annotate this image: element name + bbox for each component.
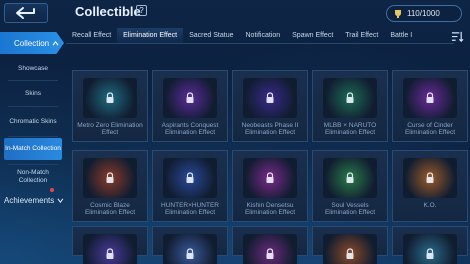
collectible-card[interactable]: HUNTER×HUNTER Elimination Effect	[152, 150, 228, 222]
collectible-label: HUNTER×HUNTER Elimination Effect	[161, 202, 219, 216]
effect-thumbnail	[403, 158, 457, 198]
lock-icon	[106, 172, 114, 183]
lock-icon	[106, 92, 114, 103]
collectible-label: K.O.	[423, 202, 437, 209]
back-button[interactable]	[4, 3, 48, 23]
counter-value: 110/1000	[407, 9, 440, 18]
lock-icon	[426, 172, 434, 183]
lock-icon	[186, 248, 194, 259]
lock-icon	[186, 172, 194, 183]
sidebar-achievements[interactable]: Achievements	[0, 193, 64, 207]
notification-dot	[50, 188, 54, 192]
effect-thumbnail	[83, 234, 137, 264]
sidebar-item-non-match-collection[interactable]: Non-Match Collection	[4, 166, 62, 188]
filter-button[interactable]	[450, 30, 464, 43]
tab-trail-effect[interactable]: Trail Effect	[339, 28, 384, 43]
collectible-label: Cosmic Blaze Elimination Effect	[84, 202, 136, 216]
collectible-card[interactable]	[392, 226, 468, 264]
collectible-label: MLBB × NARUTO Elimination Effect	[323, 122, 377, 136]
effect-thumbnail	[163, 78, 217, 118]
lock-icon	[346, 92, 354, 103]
divider	[8, 106, 58, 107]
tab-spawn-effect[interactable]: Spawn Effect	[286, 28, 339, 43]
sidebar-achievements-label: Achievements	[4, 195, 55, 205]
effect-thumbnail	[83, 158, 137, 198]
lock-icon	[266, 92, 274, 103]
sidebar: Collection Showcase Skins Chromatic Skin…	[0, 30, 66, 264]
chevron-down-icon	[57, 198, 64, 203]
lock-icon	[266, 248, 274, 259]
lock-icon	[426, 248, 434, 259]
page-title: Collectible	[75, 4, 141, 19]
effect-thumbnail	[323, 158, 377, 198]
collectible-grid: Metro Zero Elimination Effect Aspirants C…	[66, 62, 470, 264]
collectible-card[interactable]: Kishin Densetsu Elimination Effect	[232, 150, 308, 222]
collectible-label: Aspirants Conquest Elimination Effect	[161, 122, 219, 136]
tab-battle-i[interactable]: Battle I	[384, 28, 418, 43]
trophy-icon	[395, 9, 401, 18]
collectible-label: Neobeasts Phase II Elimination Effect	[241, 122, 299, 136]
collectible-card[interactable]: K.O.	[392, 150, 468, 222]
lock-icon	[106, 248, 114, 259]
collectible-card[interactable]: Curse of Cinder Elimination Effect	[392, 70, 468, 142]
collection-counter: 110/1000	[386, 5, 462, 22]
effect-thumbnail	[163, 158, 217, 198]
tab-elimination-effect[interactable]: Elimination Effect	[117, 28, 184, 43]
collectible-card[interactable]: Neobeasts Phase II Elimination Effect	[232, 70, 308, 142]
collectible-card[interactable]: Metro Zero Elimination Effect	[72, 70, 148, 142]
sidebar-item-label: Showcase	[18, 65, 48, 72]
lock-icon	[346, 248, 354, 259]
collectible-label: Curse of Cinder Elimination Effect	[404, 122, 456, 136]
divider	[8, 80, 58, 81]
tab-notification[interactable]: Notification	[240, 28, 287, 43]
help-button[interactable]: ?	[136, 5, 147, 16]
effect-thumbnail	[83, 78, 137, 118]
filter-icon	[451, 31, 463, 42]
collectible-label: Kishin Densetsu Elimination Effect	[244, 202, 296, 216]
effect-thumbnail	[403, 78, 457, 118]
effect-thumbnail	[403, 234, 457, 264]
collectible-card[interactable]	[312, 226, 388, 264]
collectible-label: Soul Vessels Elimination Effect	[324, 202, 376, 216]
collectible-card[interactable]: Aspirants Conquest Elimination Effect	[152, 70, 228, 142]
sidebar-item-label: Chromatic Skins	[9, 118, 57, 125]
lock-icon	[186, 92, 194, 103]
sidebar-item-skins[interactable]: Skins	[4, 87, 62, 101]
collectible-card[interactable]	[152, 226, 228, 264]
collectible-label: Metro Zero Elimination Effect	[77, 122, 143, 136]
effect-thumbnail	[163, 234, 217, 264]
effect-thumbnail	[243, 158, 297, 198]
lock-icon	[266, 172, 274, 183]
effect-thumbnail	[243, 234, 297, 264]
divider	[8, 136, 58, 137]
effect-thumbnail	[323, 78, 377, 118]
lock-icon	[426, 92, 434, 103]
sidebar-item-chromatic-skins[interactable]: Chromatic Skins	[4, 112, 62, 132]
lock-icon	[346, 172, 354, 183]
sidebar-item-label: Non-Match Collection	[17, 169, 49, 184]
sidebar-item-label: In-Match Collection	[5, 145, 61, 152]
sidebar-item-in-match-collection[interactable]: In-Match Collection	[4, 138, 62, 160]
header: Collectible ? 110/1000	[0, 0, 470, 26]
collectible-card[interactable]: MLBB × NARUTO Elimination Effect	[312, 70, 388, 142]
sidebar-collection-label: Collection	[14, 38, 50, 48]
sidebar-item-showcase[interactable]: Showcase	[4, 62, 62, 76]
sidebar-collection[interactable]: Collection	[0, 32, 64, 54]
tab-recall-effect[interactable]: Recall Effect	[66, 28, 117, 43]
collectible-card[interactable]	[232, 226, 308, 264]
category-tabs: Recall Effect Elimination Effect Sacred St…	[66, 28, 454, 44]
collectible-card[interactable]: Cosmic Blaze Elimination Effect	[72, 150, 148, 222]
effect-thumbnail	[323, 234, 377, 264]
collectible-card[interactable]: Soul Vessels Elimination Effect	[312, 150, 388, 222]
divider	[8, 164, 58, 165]
back-arrow-icon	[16, 7, 35, 19]
effect-thumbnail	[243, 78, 297, 118]
sidebar-item-label: Skins	[25, 90, 41, 97]
tab-sacred-statue[interactable]: Sacred Statue	[183, 28, 239, 43]
collectible-card[interactable]	[72, 226, 148, 264]
chevron-up-icon	[52, 40, 59, 45]
